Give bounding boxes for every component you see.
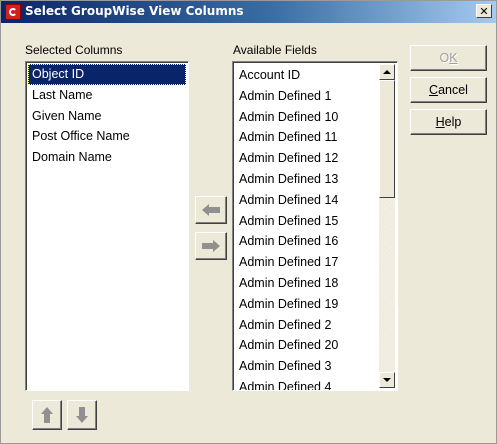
list-item[interactable]: Admin Defined 17 — [235, 252, 379, 273]
scroll-down-button[interactable] — [379, 372, 395, 388]
move-left-button[interactable] — [195, 196, 227, 224]
move-down-button[interactable] — [67, 400, 97, 430]
list-item[interactable]: Admin Defined 2 — [235, 315, 379, 336]
move-right-button[interactable] — [195, 232, 227, 260]
groupwise-app-icon — [5, 4, 21, 20]
list-item[interactable]: Admin Defined 3 — [235, 356, 379, 377]
arrow-up-icon — [41, 407, 53, 423]
scroll-thumb[interactable] — [379, 80, 395, 198]
selected-columns-list[interactable]: Object ID Last Name Given Name Post Office … — [25, 61, 189, 391]
help-button[interactable]: Help — [410, 109, 487, 135]
list-item[interactable]: Last Name — [28, 85, 186, 106]
scroll-up-button[interactable] — [379, 64, 395, 80]
available-fields-label: Available Fields — [233, 43, 317, 57]
move-up-button[interactable] — [32, 400, 62, 430]
cancel-label-rest: ancel — [438, 83, 468, 97]
cancel-label-mnemonic: C — [429, 83, 439, 97]
arrow-left-icon — [202, 204, 220, 216]
help-label-mnemonic: H — [435, 115, 445, 129]
list-item[interactable]: Object ID — [28, 64, 186, 85]
selected-columns-label: Selected Columns — [25, 43, 123, 57]
arrow-down-icon — [76, 407, 88, 423]
available-fields-scrollbar[interactable] — [379, 64, 395, 388]
ok-label-pre: O — [439, 51, 450, 65]
list-item[interactable]: Domain Name — [28, 147, 186, 168]
available-fields-list[interactable]: Account ID Admin Defined 1 Admin Defined 1… — [232, 61, 398, 391]
list-item[interactable]: Admin Defined 13 — [235, 169, 379, 190]
close-button[interactable]: ✕ — [476, 4, 492, 18]
select-columns-dialog: Select GroupWise View Columns ✕ Selected… — [0, 0, 497, 444]
arrow-right-icon — [202, 240, 220, 252]
list-item[interactable]: Admin Defined 15 — [235, 211, 379, 232]
list-item[interactable]: Admin Defined 19 — [235, 294, 379, 315]
ok-button[interactable]: OK — [410, 45, 487, 71]
ok-label-mnemonic: K — [449, 51, 458, 65]
list-item[interactable]: Admin Defined 11 — [235, 127, 379, 148]
help-label-rest: elp — [444, 115, 462, 129]
list-item[interactable]: Admin Defined 10 — [235, 107, 379, 128]
list-item[interactable]: Post Office Name — [28, 126, 186, 147]
list-item[interactable]: Admin Defined 18 — [235, 273, 379, 294]
list-item[interactable]: Admin Defined 14 — [235, 190, 379, 211]
list-item[interactable]: Admin Defined 16 — [235, 231, 379, 252]
list-item[interactable]: Given Name — [28, 106, 186, 127]
close-icon: ✕ — [479, 4, 489, 18]
list-item[interactable]: Account ID — [235, 65, 379, 86]
window-title: Select GroupWise View Columns — [25, 4, 244, 18]
list-item[interactable]: Admin Defined 1 — [235, 86, 379, 107]
list-item[interactable]: Admin Defined 20 — [235, 335, 379, 356]
scroll-down-icon — [383, 378, 391, 382]
list-item[interactable]: Admin Defined 4 — [235, 377, 379, 390]
list-item[interactable]: Admin Defined 12 — [235, 148, 379, 169]
title-bar[interactable]: Select GroupWise View Columns ✕ — [1, 1, 496, 23]
scroll-up-icon — [383, 70, 391, 74]
cancel-button[interactable]: Cancel — [410, 77, 487, 103]
